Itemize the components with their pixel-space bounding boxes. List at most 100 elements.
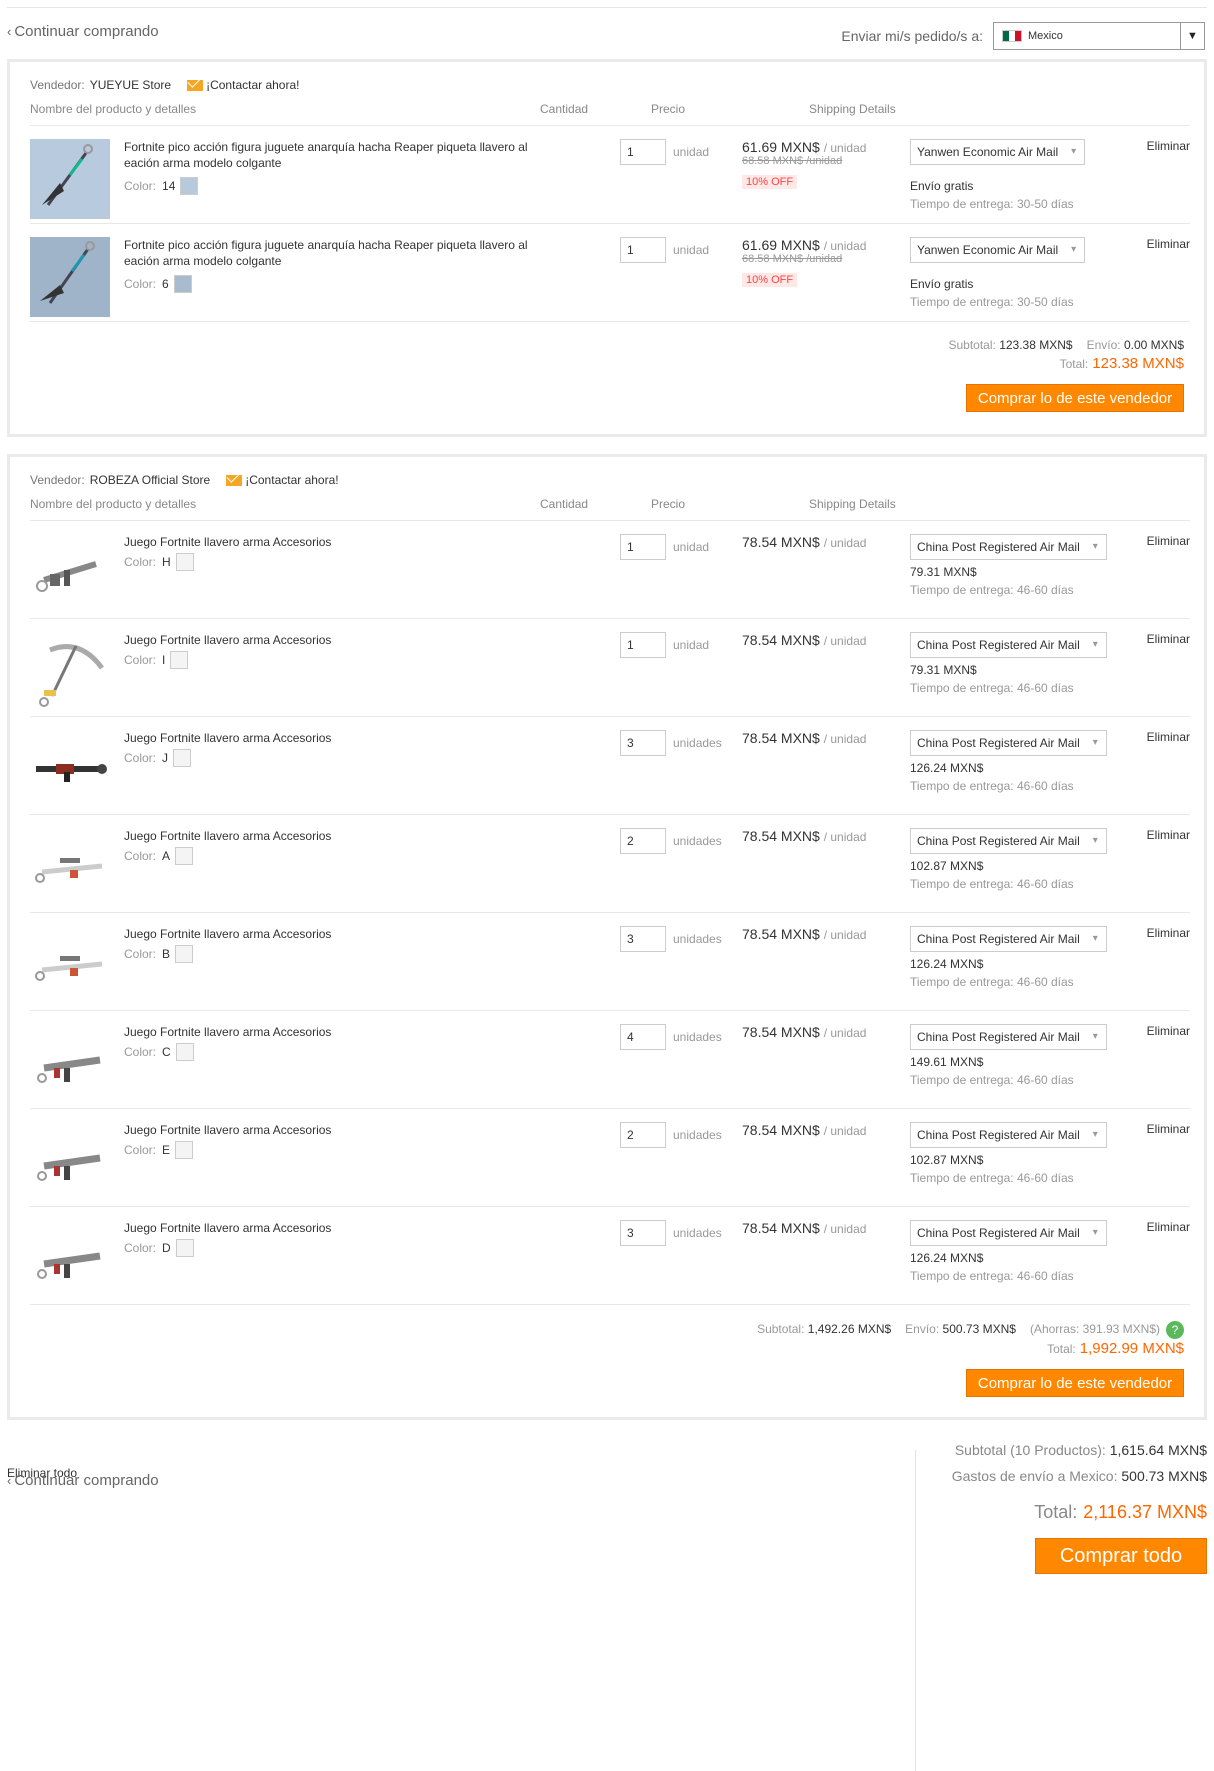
order-summary: Subtotal (10 Productos): 1,615.64 MXN$ G… [915,1442,1207,1771]
color-swatch [180,177,199,195]
contact-link[interactable]: ¡Contactar ahora! [206,78,299,92]
remove-button[interactable]: Eliminar [1147,1122,1190,1136]
product-thumbnail[interactable] [30,926,110,1006]
cart-item: Juego Fortnite llavero arma Accesorios Co… [30,730,1190,810]
product-thumbnail[interactable] [30,534,110,614]
header-shipping: Shipping Details [809,497,896,511]
shipping-method-select[interactable]: China Post Registered Air Mail [910,730,1107,756]
quantity-input[interactable]: 2 [620,828,666,854]
vendor-name[interactable]: YUEYUE Store [90,78,171,92]
quantity-input[interactable]: 1 [620,534,666,560]
header-quantity: Cantidad [540,497,589,511]
quantity-input[interactable]: 1 [620,632,666,658]
divider [30,618,1190,619]
product-name[interactable]: Fortnite pico acción figura juguete anar… [124,139,554,171]
shipping-method-select[interactable]: China Post Registered Air Mail [910,632,1107,658]
divider [30,321,1190,322]
shipping-method-select[interactable]: Yanwen Economic Air Mail [910,237,1086,263]
quantity-input[interactable]: 1 [620,139,666,165]
product-color: Color: D [124,1239,194,1257]
continue-shopping-link-bottom[interactable]: ‹ Continuar comprando [7,1472,159,1489]
product-thumbnail[interactable] [30,1024,110,1104]
product-name[interactable]: Fortnite pico acción figura juguete anar… [124,237,554,269]
mail-icon[interactable] [187,79,204,91]
product-name[interactable]: Juego Fortnite llavero arma Accesorios [124,1220,554,1236]
vendor-name[interactable]: ROBEZA Official Store [90,473,211,487]
subtotal-value: 123.38 MXN$ [999,338,1073,352]
product-name[interactable]: Juego Fortnite llavero arma Accesorios [124,828,554,844]
header-product: Nombre del producto y detalles [30,497,197,511]
quantity-unit: unidades [673,1226,722,1240]
help-icon[interactable]: ? [1166,1321,1184,1339]
color-label: Color: [124,1143,157,1157]
cart-item: Juego Fortnite llavero arma Accesorios Co… [30,534,1190,614]
product-name[interactable]: Juego Fortnite llavero arma Accesorios [124,534,554,550]
color-value: D [162,1241,171,1255]
product-thumbnail[interactable] [30,1220,110,1300]
vendor-label: Vendedor: [30,473,85,487]
continue-shopping-link-top[interactable]: ‹ Continuar comprando [7,23,159,40]
product-thumbnail[interactable] [30,237,110,317]
buy-from-vendor-button[interactable]: Comprar lo de este vendedor [966,1369,1184,1397]
buy-all-button[interactable]: Comprar todo [1035,1538,1207,1574]
shipping-method-select[interactable]: China Post Registered Air Mail [910,1024,1107,1050]
country-select[interactable]: Mexico ▼ [993,22,1205,50]
product-thumbnail[interactable] [30,828,110,908]
pickaxe-keychain-icon [30,139,110,219]
quantity-input[interactable]: 2 [620,1122,666,1148]
shipping-method-select[interactable]: China Post Registered Air Mail [910,926,1107,952]
unit-price: 78.54 MXN$ / unidad [742,828,867,844]
divider [30,125,1190,126]
shipping-method-select[interactable]: Yanwen Economic Air Mail [910,139,1086,165]
quantity-input[interactable]: 1 [620,237,666,263]
remove-button[interactable]: Eliminar [1147,1220,1190,1234]
remove-button[interactable]: Eliminar [1147,828,1190,842]
quantity-input[interactable]: 3 [620,1220,666,1246]
product-name[interactable]: Juego Fortnite llavero arma Accesorios [124,730,554,746]
sniper-keychain-icon [30,956,110,1009]
product-name[interactable]: Juego Fortnite llavero arma Accesorios [124,926,554,942]
product-name[interactable]: Juego Fortnite llavero arma Accesorios [124,1122,554,1138]
store-total: Total: 123.38 MXN$ [1059,355,1184,372]
quantity-input[interactable]: 3 [620,926,666,952]
product-thumbnail[interactable] [30,632,110,712]
shipping-method-select[interactable]: China Post Registered Air Mail [910,1220,1107,1246]
product-color: Color: 6 [124,275,192,293]
product-thumbnail[interactable] [30,1122,110,1202]
product-thumbnail[interactable] [30,139,110,219]
remove-button[interactable]: Eliminar [1147,926,1190,940]
pickaxe-keychain-icon [30,644,110,715]
shipping-method-select[interactable]: China Post Registered Air Mail [910,828,1107,854]
sniper-keychain-icon [30,858,110,911]
color-label: Color: [124,179,157,193]
remove-button[interactable]: Eliminar [1147,730,1190,744]
color-label: Color: [124,751,157,765]
color-swatch [175,1239,194,1257]
divider [30,912,1190,913]
buy-from-vendor-button[interactable]: Comprar lo de este vendedor [966,384,1184,412]
contact-link[interactable]: ¡Contactar ahora! [245,473,338,487]
remove-button[interactable]: Eliminar [1147,632,1190,646]
color-value: E [162,1143,171,1157]
shipping-cost: 126.24 MXN$ [910,761,984,775]
quantity-input[interactable]: 3 [620,730,666,756]
cart-item: Juego Fortnite llavero arma Accesorios Co… [30,632,1190,712]
remove-button[interactable]: Eliminar [1147,534,1190,548]
color-label: Color: [124,1045,157,1059]
shipping-method-select[interactable]: China Post Registered Air Mail [910,1122,1107,1148]
product-name[interactable]: Juego Fortnite llavero arma Accesorios [124,632,554,648]
remove-button[interactable]: Eliminar [1147,139,1190,153]
shipping-method-select[interactable]: China Post Registered Air Mail [910,534,1107,560]
quantity-input[interactable]: 4 [620,1024,666,1050]
mail-icon[interactable] [226,474,243,486]
quantity-unit: unidades [673,1128,722,1142]
remove-button[interactable]: Eliminar [1147,237,1190,251]
dropdown-arrow-icon[interactable]: ▼ [1180,23,1204,49]
product-name[interactable]: Juego Fortnite llavero arma Accesorios [124,1024,554,1040]
mexico-flag-icon [1002,30,1022,42]
delivery-time: Tiempo de entrega: 30-50 días [910,197,1074,211]
quantity-unit: unidades [673,736,722,750]
product-thumbnail[interactable] [30,730,110,810]
remove-button[interactable]: Eliminar [1147,1024,1190,1038]
color-value: B [162,947,171,961]
